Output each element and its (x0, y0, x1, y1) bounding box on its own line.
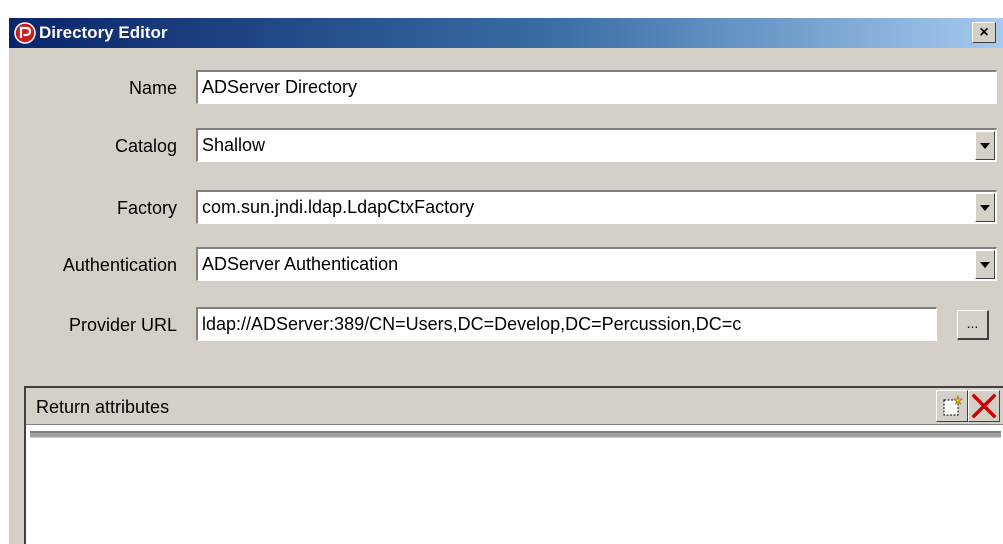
chevron-down-icon (980, 204, 990, 211)
return-attributes-header: Return attributes (36, 397, 170, 417)
title-bar[interactable]: Directory Editor × (9, 18, 1003, 48)
directory-editor-dialog: Directory Editor × Name ADServer Directo… (9, 18, 1003, 544)
browse-button[interactable]: ... (957, 310, 989, 340)
factory-value: com.sun.jndi.ldap.LdapCtxFactory (202, 197, 475, 217)
authentication-label: Authentication (62, 255, 177, 275)
provider-url-label: Provider URL (68, 315, 177, 335)
catalog-label: Catalog (114, 136, 177, 156)
name-input[interactable]: ADServer Directory (196, 70, 997, 104)
authentication-dropdown-button[interactable] (975, 250, 995, 279)
authentication-select[interactable]: ADServer Authentication (196, 247, 997, 281)
provider-url-input[interactable]: ldap://ADServer:389/CN=Users,DC=Develop,… (196, 307, 937, 341)
close-icon: × (979, 23, 989, 41)
new-row-icon (943, 395, 963, 416)
factory-select[interactable]: com.sun.jndi.ldap.LdapCtxFactory (196, 190, 997, 224)
chevron-down-icon (980, 142, 990, 149)
delete-x-icon (971, 393, 997, 419)
dialog-title: Directory Editor (39, 23, 168, 42)
chevron-down-icon (980, 261, 990, 268)
return-attributes-table: Return attributes (24, 386, 1003, 544)
table-body[interactable] (26, 425, 1003, 544)
name-label: Name (128, 78, 177, 98)
percussion-logo-icon (14, 22, 36, 44)
add-row-button[interactable] (936, 390, 968, 422)
close-button[interactable]: × (972, 22, 996, 43)
authentication-value: ADServer Authentication (202, 254, 399, 274)
factory-dropdown-button[interactable] (975, 193, 995, 222)
delete-row-button[interactable] (968, 390, 1000, 422)
table-header: Return attributes (26, 388, 1003, 425)
column-divider (30, 431, 1001, 438)
catalog-value: Shallow (202, 135, 266, 155)
factory-label: Factory (116, 198, 177, 218)
catalog-select[interactable]: Shallow (196, 128, 997, 162)
catalog-dropdown-button[interactable] (975, 131, 995, 160)
